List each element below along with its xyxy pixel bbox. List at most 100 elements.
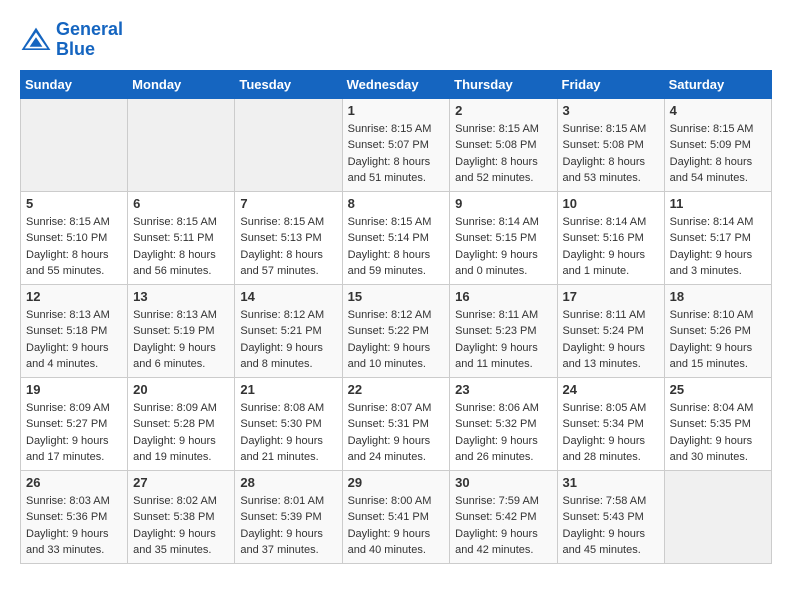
day-detail: Sunrise: 8:13 AM Sunset: 5:18 PM Dayligh… [26,307,122,373]
weekday-header-row: SundayMondayTuesdayWednesdayThursdayFrid… [21,70,772,98]
day-number: 11 [670,196,766,211]
calendar-cell: 1 Sunrise: 8:15 AM Sunset: 5:07 PM Dayli… [342,98,450,191]
day-detail: Sunrise: 8:15 AM Sunset: 5:14 PM Dayligh… [348,214,445,280]
day-detail: Sunrise: 7:58 AM Sunset: 5:43 PM Dayligh… [563,493,659,559]
calendar-cell: 7 Sunrise: 8:15 AM Sunset: 5:13 PM Dayli… [235,191,342,284]
calendar-cell: 19 Sunrise: 8:09 AM Sunset: 5:27 PM Dayl… [21,377,128,470]
calendar-cell: 31 Sunrise: 7:58 AM Sunset: 5:43 PM Dayl… [557,470,664,563]
calendar-cell [21,98,128,191]
calendar-cell: 6 Sunrise: 8:15 AM Sunset: 5:11 PM Dayli… [128,191,235,284]
day-detail: Sunrise: 8:14 AM Sunset: 5:15 PM Dayligh… [455,214,551,280]
day-detail: Sunrise: 8:15 AM Sunset: 5:13 PM Dayligh… [240,214,336,280]
day-detail: Sunrise: 8:06 AM Sunset: 5:32 PM Dayligh… [455,400,551,466]
logo: General Blue [20,20,123,60]
day-detail: Sunrise: 8:14 AM Sunset: 5:17 PM Dayligh… [670,214,766,280]
day-number: 5 [26,196,122,211]
day-detail: Sunrise: 8:15 AM Sunset: 5:08 PM Dayligh… [563,121,659,187]
calendar-cell: 21 Sunrise: 8:08 AM Sunset: 5:30 PM Dayl… [235,377,342,470]
calendar-cell [664,470,771,563]
calendar-cell [128,98,235,191]
calendar-week-row: 19 Sunrise: 8:09 AM Sunset: 5:27 PM Dayl… [21,377,772,470]
calendar-table: SundayMondayTuesdayWednesdayThursdayFrid… [20,70,772,564]
day-detail: Sunrise: 8:03 AM Sunset: 5:36 PM Dayligh… [26,493,122,559]
day-number: 13 [133,289,229,304]
day-detail: Sunrise: 8:12 AM Sunset: 5:21 PM Dayligh… [240,307,336,373]
day-number: 3 [563,103,659,118]
weekday-header: Tuesday [235,70,342,98]
day-detail: Sunrise: 8:05 AM Sunset: 5:34 PM Dayligh… [563,400,659,466]
weekday-header: Monday [128,70,235,98]
weekday-header: Friday [557,70,664,98]
day-number: 2 [455,103,551,118]
day-number: 30 [455,475,551,490]
calendar-cell: 28 Sunrise: 8:01 AM Sunset: 5:39 PM Dayl… [235,470,342,563]
day-number: 17 [563,289,659,304]
calendar-cell [235,98,342,191]
day-detail: Sunrise: 8:08 AM Sunset: 5:30 PM Dayligh… [240,400,336,466]
day-number: 18 [670,289,766,304]
calendar-cell: 4 Sunrise: 8:15 AM Sunset: 5:09 PM Dayli… [664,98,771,191]
day-detail: Sunrise: 8:09 AM Sunset: 5:27 PM Dayligh… [26,400,122,466]
day-detail: Sunrise: 8:11 AM Sunset: 5:23 PM Dayligh… [455,307,551,373]
calendar-week-row: 12 Sunrise: 8:13 AM Sunset: 5:18 PM Dayl… [21,284,772,377]
day-detail: Sunrise: 8:02 AM Sunset: 5:38 PM Dayligh… [133,493,229,559]
day-detail: Sunrise: 8:15 AM Sunset: 5:09 PM Dayligh… [670,121,766,187]
weekday-header: Sunday [21,70,128,98]
calendar-cell: 16 Sunrise: 8:11 AM Sunset: 5:23 PM Dayl… [450,284,557,377]
day-detail: Sunrise: 8:12 AM Sunset: 5:22 PM Dayligh… [348,307,445,373]
calendar-cell: 9 Sunrise: 8:14 AM Sunset: 5:15 PM Dayli… [450,191,557,284]
day-number: 26 [26,475,122,490]
calendar-cell: 3 Sunrise: 8:15 AM Sunset: 5:08 PM Dayli… [557,98,664,191]
day-number: 24 [563,382,659,397]
weekday-header: Wednesday [342,70,450,98]
day-number: 31 [563,475,659,490]
calendar-cell: 30 Sunrise: 7:59 AM Sunset: 5:42 PM Dayl… [450,470,557,563]
day-number: 15 [348,289,445,304]
weekday-header: Saturday [664,70,771,98]
day-detail: Sunrise: 8:15 AM Sunset: 5:10 PM Dayligh… [26,214,122,280]
calendar-week-row: 26 Sunrise: 8:03 AM Sunset: 5:36 PM Dayl… [21,470,772,563]
day-number: 7 [240,196,336,211]
day-number: 23 [455,382,551,397]
day-number: 20 [133,382,229,397]
calendar-cell: 8 Sunrise: 8:15 AM Sunset: 5:14 PM Dayli… [342,191,450,284]
day-detail: Sunrise: 8:07 AM Sunset: 5:31 PM Dayligh… [348,400,445,466]
day-number: 1 [348,103,445,118]
day-number: 9 [455,196,551,211]
day-detail: Sunrise: 8:15 AM Sunset: 5:08 PM Dayligh… [455,121,551,187]
calendar-cell: 11 Sunrise: 8:14 AM Sunset: 5:17 PM Dayl… [664,191,771,284]
calendar-cell: 29 Sunrise: 8:00 AM Sunset: 5:41 PM Dayl… [342,470,450,563]
calendar-cell: 2 Sunrise: 8:15 AM Sunset: 5:08 PM Dayli… [450,98,557,191]
calendar-week-row: 1 Sunrise: 8:15 AM Sunset: 5:07 PM Dayli… [21,98,772,191]
day-detail: Sunrise: 8:14 AM Sunset: 5:16 PM Dayligh… [563,214,659,280]
day-detail: Sunrise: 8:15 AM Sunset: 5:11 PM Dayligh… [133,214,229,280]
day-number: 16 [455,289,551,304]
calendar-cell: 26 Sunrise: 8:03 AM Sunset: 5:36 PM Dayl… [21,470,128,563]
day-detail: Sunrise: 7:59 AM Sunset: 5:42 PM Dayligh… [455,493,551,559]
logo-icon [20,26,52,54]
calendar-cell: 12 Sunrise: 8:13 AM Sunset: 5:18 PM Dayl… [21,284,128,377]
calendar-cell: 17 Sunrise: 8:11 AM Sunset: 5:24 PM Dayl… [557,284,664,377]
calendar-cell: 27 Sunrise: 8:02 AM Sunset: 5:38 PM Dayl… [128,470,235,563]
day-number: 27 [133,475,229,490]
calendar-cell: 15 Sunrise: 8:12 AM Sunset: 5:22 PM Dayl… [342,284,450,377]
day-number: 10 [563,196,659,211]
calendar-cell: 20 Sunrise: 8:09 AM Sunset: 5:28 PM Dayl… [128,377,235,470]
day-number: 8 [348,196,445,211]
calendar-cell: 10 Sunrise: 8:14 AM Sunset: 5:16 PM Dayl… [557,191,664,284]
day-detail: Sunrise: 8:15 AM Sunset: 5:07 PM Dayligh… [348,121,445,187]
calendar-cell: 5 Sunrise: 8:15 AM Sunset: 5:10 PM Dayli… [21,191,128,284]
calendar-cell: 22 Sunrise: 8:07 AM Sunset: 5:31 PM Dayl… [342,377,450,470]
day-number: 19 [26,382,122,397]
calendar-cell: 24 Sunrise: 8:05 AM Sunset: 5:34 PM Dayl… [557,377,664,470]
calendar-cell: 23 Sunrise: 8:06 AM Sunset: 5:32 PM Dayl… [450,377,557,470]
day-detail: Sunrise: 8:01 AM Sunset: 5:39 PM Dayligh… [240,493,336,559]
calendar-cell: 13 Sunrise: 8:13 AM Sunset: 5:19 PM Dayl… [128,284,235,377]
day-detail: Sunrise: 8:04 AM Sunset: 5:35 PM Dayligh… [670,400,766,466]
calendar-week-row: 5 Sunrise: 8:15 AM Sunset: 5:10 PM Dayli… [21,191,772,284]
day-detail: Sunrise: 8:10 AM Sunset: 5:26 PM Dayligh… [670,307,766,373]
day-detail: Sunrise: 8:09 AM Sunset: 5:28 PM Dayligh… [133,400,229,466]
day-detail: Sunrise: 8:11 AM Sunset: 5:24 PM Dayligh… [563,307,659,373]
logo-text: General Blue [56,20,123,60]
calendar-cell: 14 Sunrise: 8:12 AM Sunset: 5:21 PM Dayl… [235,284,342,377]
